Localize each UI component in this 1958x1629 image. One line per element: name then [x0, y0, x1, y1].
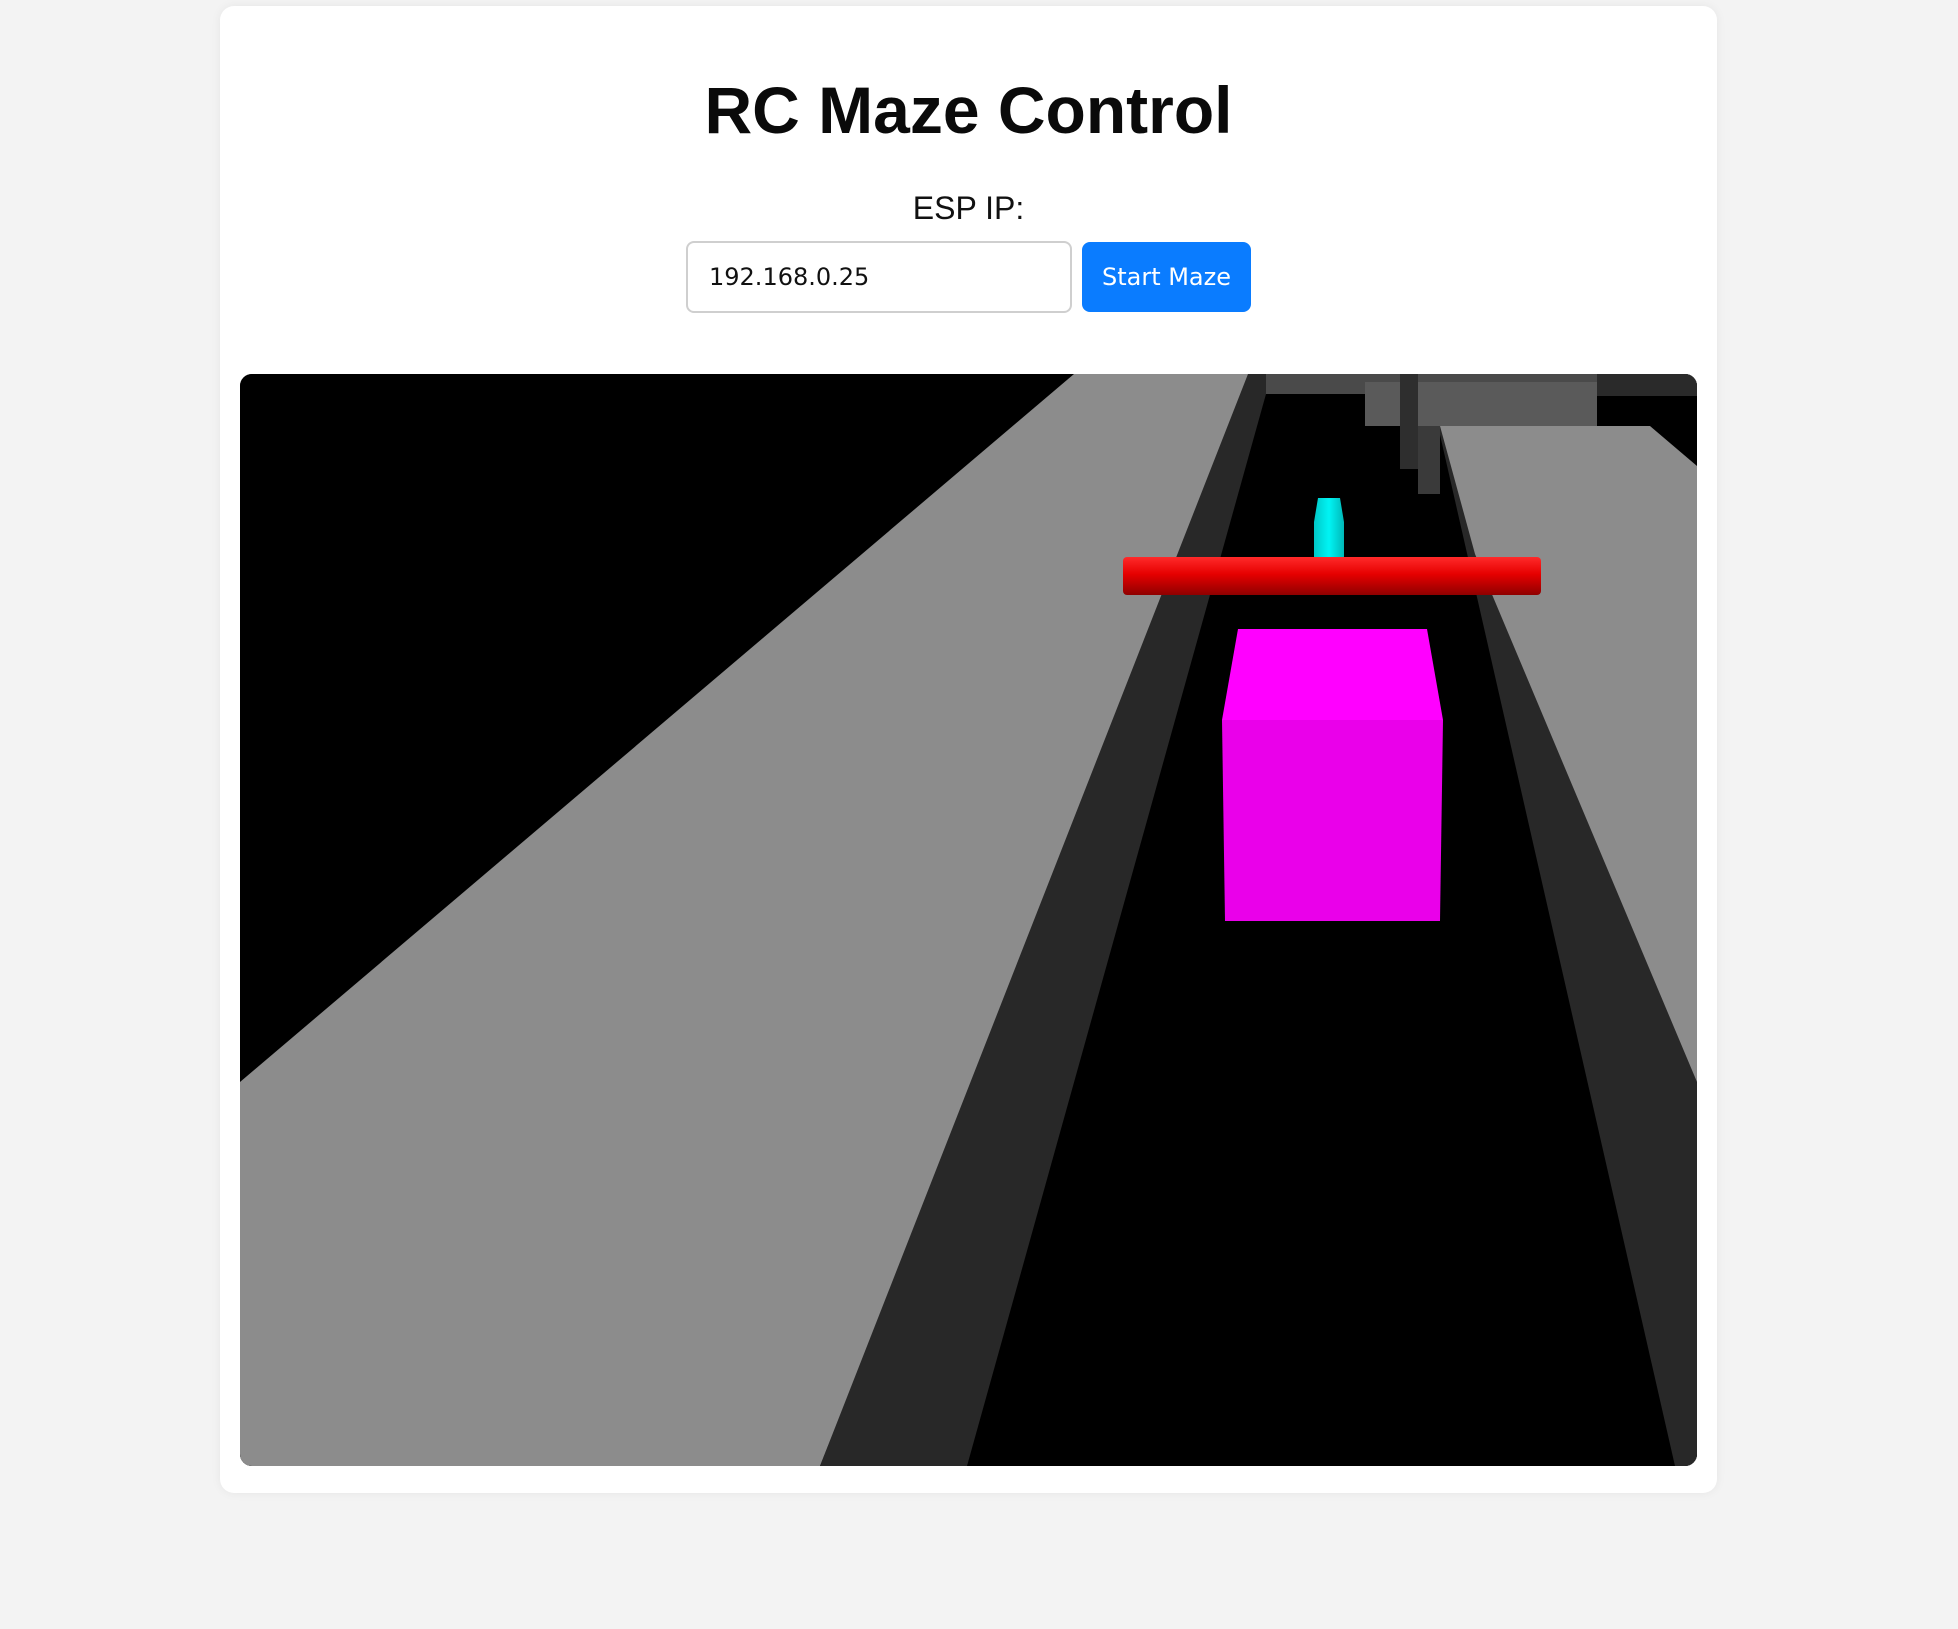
right-wall-edge — [1418, 426, 1440, 494]
far-wall-block — [1418, 382, 1597, 426]
maze-3d-viewport[interactable] — [240, 374, 1697, 1466]
magenta-cube-top — [1222, 629, 1443, 720]
maze-scene — [240, 374, 1697, 1466]
main-card: RC Maze Control ESP IP: Start Maze — [220, 6, 1717, 1493]
far-wall-dark — [1597, 374, 1697, 396]
red-barrier-beam — [1123, 557, 1541, 595]
start-maze-button[interactable]: Start Maze — [1082, 242, 1251, 312]
page-title: RC Maze Control — [704, 73, 1233, 147]
magenta-cube-front — [1222, 720, 1443, 921]
esp-ip-input[interactable] — [686, 241, 1072, 313]
far-wall-side — [1400, 374, 1418, 469]
cyan-marker — [1314, 498, 1344, 562]
esp-ip-label: ESP IP: — [912, 190, 1025, 226]
